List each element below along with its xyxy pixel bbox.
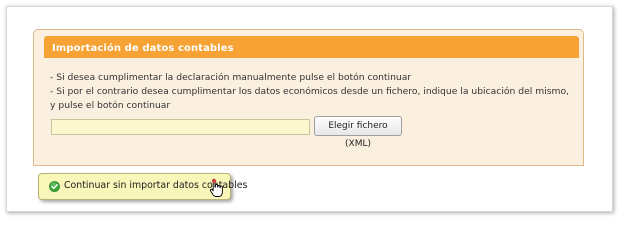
window-frame: Importación de datos contables - Si dese…	[6, 6, 613, 212]
check-icon	[49, 181, 60, 192]
instruction-manual: - Si desea cumplimentar la declaración m…	[50, 72, 412, 83]
hand-cursor-icon	[209, 178, 223, 197]
import-panel: Importación de datos contables - Si dese…	[33, 29, 584, 166]
instructions: - Si desea cumplimentar la declaración m…	[50, 71, 575, 113]
choose-file-button[interactable]: Elegir fichero (XML)	[314, 116, 402, 149]
file-path-field[interactable]	[51, 119, 310, 135]
panel-title: Importación de datos contables	[52, 43, 234, 54]
instruction-file: - Si por el contrario desea cumplimentar…	[50, 86, 569, 111]
panel-header: Importación de datos contables	[44, 36, 579, 58]
continue-without-import-button[interactable]: Continuar sin importar datos contables	[38, 173, 247, 200]
